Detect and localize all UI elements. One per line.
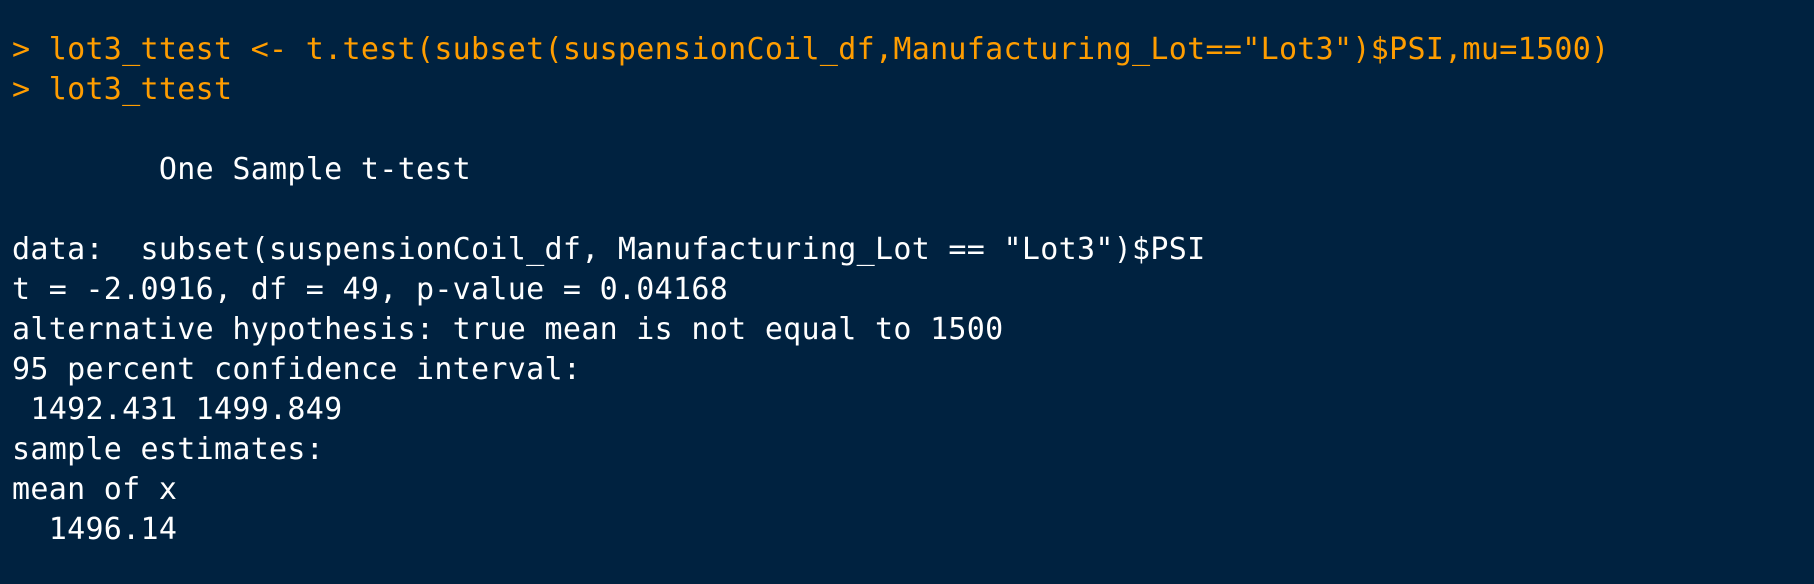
data-line: data: subset(suspensionCoil_df, Manufact… xyxy=(12,232,1206,267)
r-console[interactable]: > lot3_ttest <- t.test(subset(suspension… xyxy=(0,0,1814,584)
console-input-line[interactable]: > lot3_ttest xyxy=(12,70,1814,110)
statistic-line: t = -2.0916, df = 49, p-value = 0.04168 xyxy=(12,272,729,307)
sample-estimates-label: sample estimates: xyxy=(12,432,325,467)
estimate-name: mean of x xyxy=(12,472,196,507)
confidence-interval-label: 95 percent confidence interval: xyxy=(12,352,582,387)
test-title: One Sample t-test xyxy=(12,152,472,187)
console-input-line[interactable]: > lot3_ttest <- t.test(subset(suspension… xyxy=(12,30,1814,70)
estimate-value: 1496.14 xyxy=(12,512,196,547)
alternative-hypothesis-line: alternative hypothesis: true mean is not… xyxy=(12,312,1004,347)
confidence-interval-values: 1492.431 1499.849 xyxy=(12,392,343,427)
